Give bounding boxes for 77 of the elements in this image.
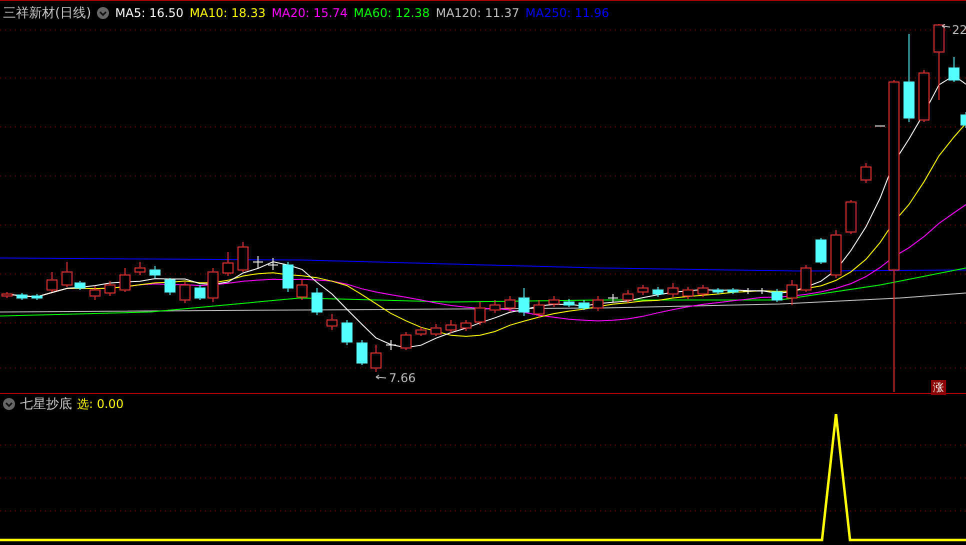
candlestick (698, 284, 708, 298)
candlestick (474, 302, 486, 326)
candlestick (578, 300, 590, 310)
candlestick (772, 288, 782, 302)
candlestick (120, 268, 130, 292)
ma-value: MA10: 18.33 (190, 6, 266, 20)
candlestick (16, 292, 28, 300)
candlestick (252, 256, 264, 268)
candlestick (194, 284, 206, 300)
candlestick (682, 286, 694, 300)
candlestick (504, 296, 516, 312)
candlestick (268, 258, 278, 270)
candlestick (430, 324, 442, 336)
candlestick (342, 320, 352, 346)
candlestick (846, 200, 856, 234)
candlestick (460, 320, 472, 332)
candlestick (960, 112, 966, 128)
candlestick (62, 262, 72, 288)
candlestick (592, 296, 604, 312)
candlestick (150, 266, 160, 278)
collapse-icon[interactable] (3, 398, 15, 410)
price-label: 22 (952, 24, 966, 37)
ma-value: MA250: 11.96 (525, 6, 610, 20)
candlestick (860, 162, 872, 184)
candlestick (548, 296, 560, 308)
candlestick (326, 314, 338, 330)
candlestick (312, 288, 322, 316)
candlestick (46, 272, 58, 292)
leader-line (942, 24, 950, 28)
candlestick (296, 280, 308, 300)
rise-badge: 涨 (931, 380, 946, 395)
candlestick (712, 288, 724, 294)
candlestick (90, 286, 100, 300)
stock-title: 三祥新材(日线) (3, 4, 92, 22)
candlestick (518, 288, 530, 316)
candlestick (800, 264, 812, 292)
candlestick (400, 332, 412, 350)
candlestick (608, 294, 618, 302)
ma-value: MA5: 16.50 (115, 6, 184, 20)
indicator-name: 七星抄底 (20, 396, 72, 413)
candlestick (816, 238, 826, 264)
candlestick (32, 294, 42, 300)
candlestick (786, 280, 798, 306)
candlestick (742, 288, 754, 294)
ma-value: MA120: 11.37 (436, 6, 520, 20)
candlestick (180, 282, 190, 304)
candlestick (416, 326, 426, 336)
leader-line (376, 374, 386, 380)
candlestick (134, 262, 146, 276)
candlestick (918, 70, 930, 122)
price-label: 7.66 (389, 371, 416, 385)
candlestick (652, 286, 664, 298)
candlestick (534, 300, 544, 318)
candlestick (490, 300, 500, 314)
candlestick (208, 268, 218, 302)
candlestick (564, 298, 574, 308)
candlestick (238, 242, 248, 272)
ma-value: MA60: 12.38 (354, 6, 430, 20)
candlestick (222, 252, 234, 276)
candlestick (356, 340, 368, 366)
ma-value: MA20: 15.74 (272, 6, 348, 20)
candlestick (282, 262, 294, 292)
candlestick (830, 230, 842, 278)
collapse-icon[interactable] (97, 6, 110, 18)
candlestick (164, 278, 176, 296)
candlestick (446, 320, 456, 334)
candlestick (386, 340, 396, 350)
candlestick (74, 280, 86, 290)
candlestick (370, 344, 382, 372)
candlestick (104, 280, 116, 296)
candlestick (728, 288, 738, 294)
candlestick (638, 284, 648, 296)
candlestick (622, 290, 634, 304)
indicator-value: 选: 0.00 (77, 396, 124, 412)
candlestick (948, 56, 960, 82)
candlestick (668, 282, 678, 298)
candlestick (756, 288, 768, 294)
